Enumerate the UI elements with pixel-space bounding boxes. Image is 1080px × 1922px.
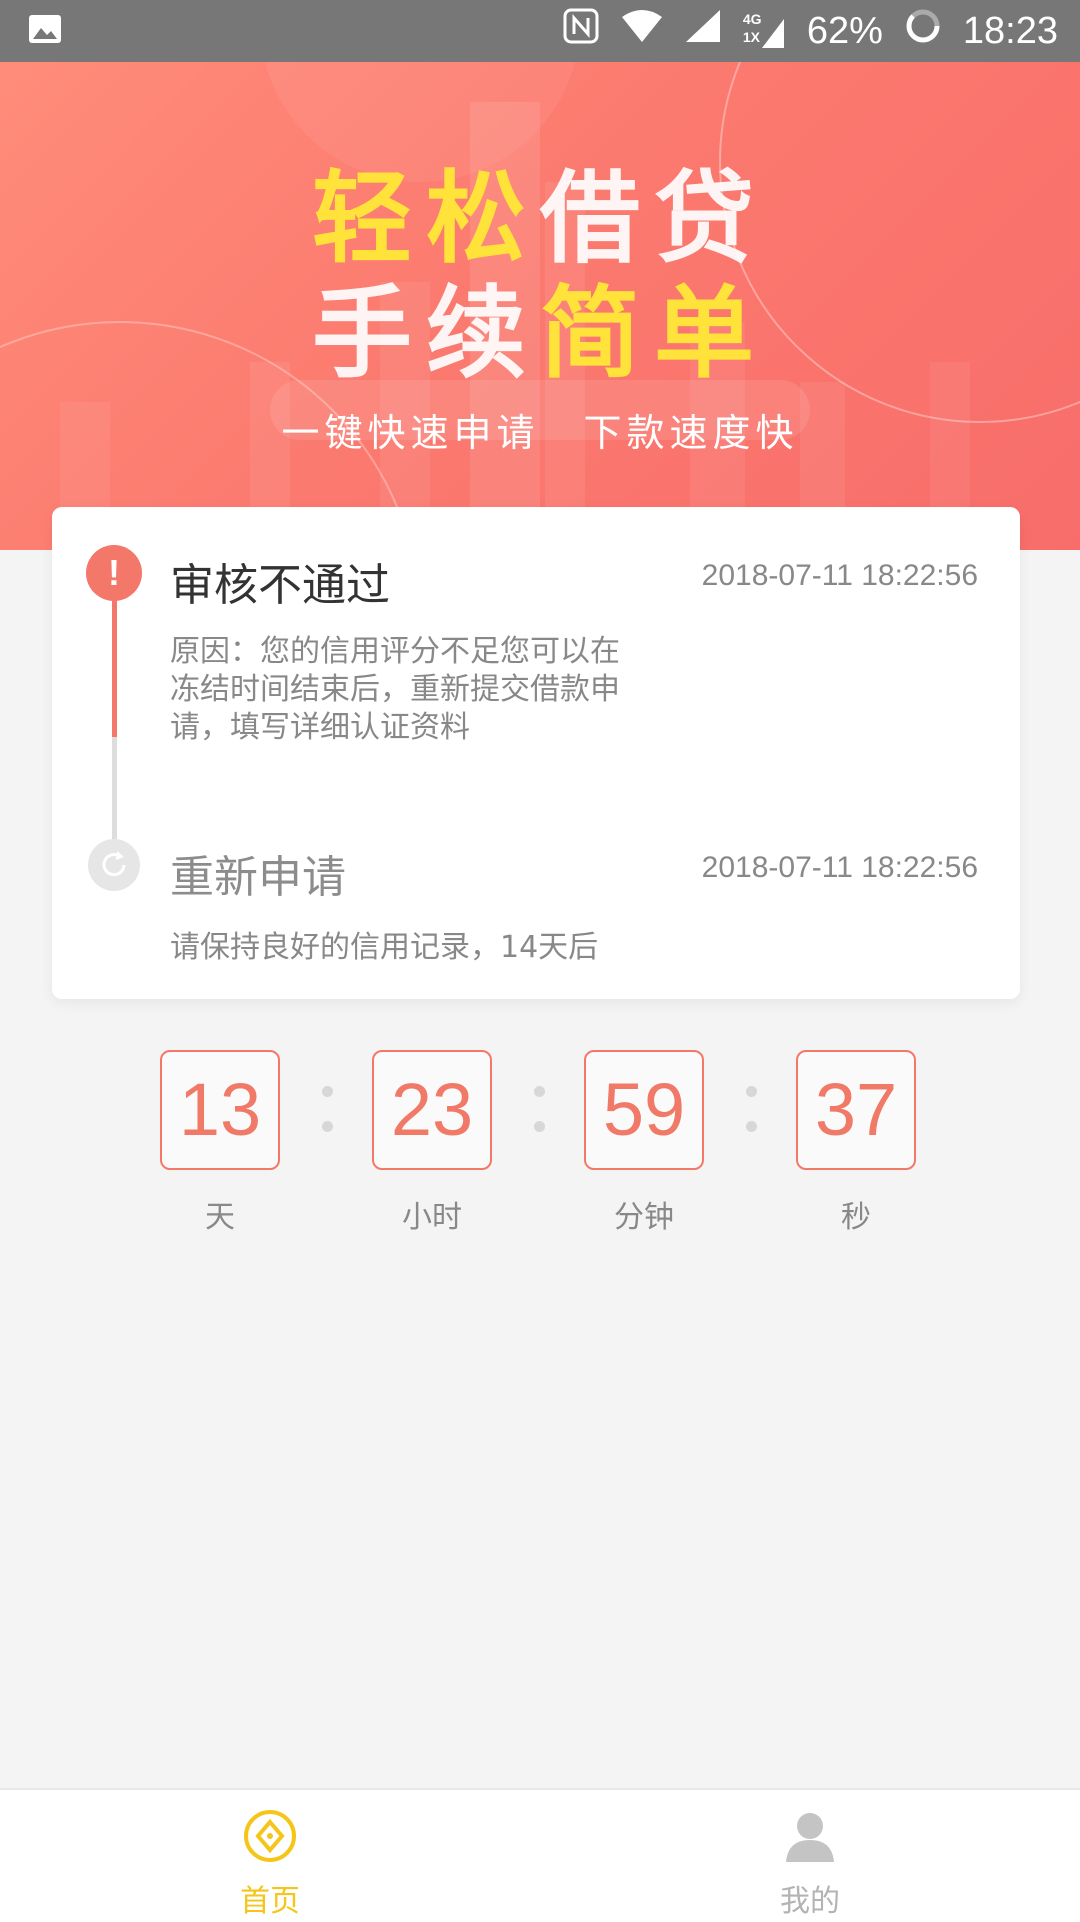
- countdown-days: 13 天: [160, 1050, 280, 1236]
- countdown-separator: [534, 1086, 546, 1136]
- battery-icon: [905, 8, 941, 54]
- countdown-seconds-label: 秒: [841, 1200, 871, 1235]
- step-rejected-title: 审核不通过: [170, 560, 390, 611]
- countdown-seconds-value: 37: [796, 1050, 916, 1170]
- nfc-icon: [563, 8, 599, 54]
- alert-icon: !: [86, 545, 142, 601]
- wifi-icon: [621, 9, 663, 53]
- step-reapply-title: 重新申请: [170, 852, 346, 903]
- nav-mine-label: 我的: [780, 1884, 840, 1919]
- promo-banner: 轻松借贷 手续简单 一键快速申请 下款速度快: [0, 62, 1080, 550]
- countdown-days-value: 13: [160, 1050, 280, 1170]
- countdown-separator: [746, 1086, 758, 1136]
- countdown-minutes-label: 分钟: [614, 1200, 674, 1235]
- banner-headline-2: 手续简单: [312, 275, 768, 392]
- nav-home-label: 首页: [240, 1884, 300, 1919]
- gallery-icon: [28, 14, 62, 48]
- network-type-icon: 4G 1X: [743, 11, 785, 51]
- step-reapply-desc: 请保持良好的信用记录，14天后: [170, 930, 599, 965]
- countdown-minutes-value: 59: [584, 1050, 704, 1170]
- countdown-hours-label: 小时: [402, 1200, 462, 1235]
- countdown-seconds: 37 秒: [796, 1050, 916, 1236]
- signal-icon: [685, 9, 721, 53]
- step-rejected-time: 2018-07-11 18:22:56: [701, 559, 978, 592]
- battery-percent: 62%: [806, 9, 883, 52]
- countdown-timer: 13 天 23 小时 59 分钟 37 秒: [160, 1050, 920, 1235]
- application-status-card: ! 审核不通过 2018-07-11 18:22:56 原因：您的信用评分不足您…: [52, 507, 1020, 999]
- coin-icon: [170, 1808, 370, 1872]
- countdown-hours-value: 23: [372, 1050, 492, 1170]
- status-bar: 4G 1X 62% 18:23: [0, 0, 1080, 62]
- step-rejected-reason: 原因：您的信用评分不足您可以在 冻结时间结束后，重新提交借款申 请，填写详细认证…: [170, 634, 620, 745]
- banner-subline: 一键快速申请 下款速度快: [281, 411, 799, 455]
- countdown-hours: 23 小时: [372, 1050, 492, 1236]
- nav-home[interactable]: 首页: [170, 1808, 370, 1920]
- bottom-nav: 首页 我的: [0, 1788, 1080, 1922]
- countdown-minutes: 59 分钟: [584, 1050, 704, 1236]
- countdown-separator: [322, 1086, 334, 1136]
- countdown-days-label: 天: [205, 1200, 235, 1235]
- timeline-line-inactive: [112, 737, 117, 847]
- step-reapply-time: 2018-07-11 18:22:56: [701, 851, 978, 884]
- user-icon: [710, 1808, 910, 1872]
- clock: 18:23: [962, 9, 1058, 52]
- nav-mine[interactable]: 我的: [710, 1808, 910, 1920]
- reapply-icon: [88, 839, 140, 891]
